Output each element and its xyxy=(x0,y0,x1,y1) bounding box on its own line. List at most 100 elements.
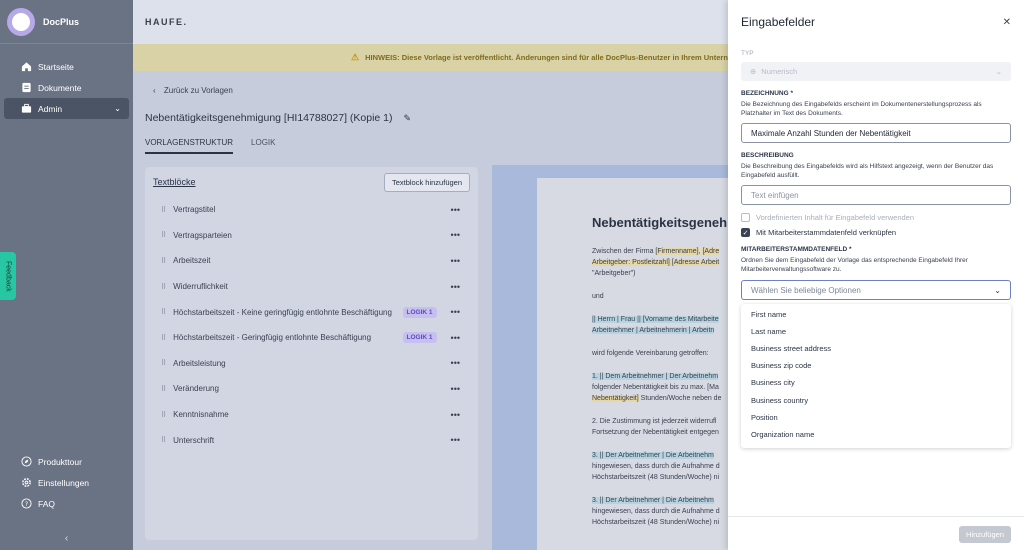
textblock-row[interactable]: ⠿ Veränderung ••• xyxy=(145,376,478,402)
drag-handle-icon[interactable]: ⠿ xyxy=(161,411,166,419)
collapse-sidebar-button[interactable]: ‹ xyxy=(0,533,133,544)
number-icon: ⊕ xyxy=(750,67,757,76)
dropdown-option[interactable]: Business zip code xyxy=(741,357,1011,374)
drag-handle-icon[interactable]: ⠿ xyxy=(161,206,166,214)
text-run: Stunden/Woche neben de xyxy=(638,395,722,402)
input-fields-drawer: Eingabefelder ✕ TYP ⊕ Numerisch ⌄ BEZEIC… xyxy=(728,0,1024,550)
textblocks-list: ⠿ Vertragstitel ••• ⠿ Vertragsparteien ••• ⠿ Ar… xyxy=(145,197,478,453)
text-run: Höchstarbeitszeit (48 Stunden/Woche) ni xyxy=(592,519,720,526)
text-run: Zwischen der Firma xyxy=(592,248,656,255)
textblocks-title: Textblöcke xyxy=(153,177,196,187)
textblock-label: Unterschrift xyxy=(173,435,215,445)
drawer-header: Eingabefelder ✕ xyxy=(728,0,1024,44)
tab-bar: VORLAGENSTRUKTUR LOGIK xyxy=(145,138,293,154)
dropdown-option[interactable]: Business city xyxy=(741,374,1011,391)
home-icon xyxy=(20,61,32,73)
textblock-label: Arbeitszeit xyxy=(173,256,211,266)
more-options-icon[interactable]: ••• xyxy=(451,307,460,317)
sidebar-item-faq[interactable]: ? FAQ xyxy=(0,493,133,514)
sidebar-item-dokumente[interactable]: Dokumente xyxy=(0,77,133,98)
checkbox-box xyxy=(741,213,750,222)
placeholder-field: 3. || Der Arbeitnehmer | Die Arbeitnehm xyxy=(592,452,714,459)
more-options-icon[interactable]: ••• xyxy=(451,435,460,445)
page-title: Nebentätigkeitsgenehmigung [HI14788027] … xyxy=(145,112,411,124)
sidebar-item-admin[interactable]: Admin ⌄ xyxy=(4,98,129,119)
add-textblock-button[interactable]: Textblock hinzufügen xyxy=(383,172,470,192)
drag-handle-icon[interactable]: ⠿ xyxy=(161,334,166,342)
dropdown-option[interactable]: Position xyxy=(741,409,1011,426)
description-input[interactable]: Text einfügen xyxy=(741,185,1011,205)
sidebar-item-produkttour[interactable]: Produkttour xyxy=(0,451,133,472)
dropdown-option[interactable]: Business street address xyxy=(741,340,1011,357)
more-options-icon[interactable]: ••• xyxy=(451,333,460,343)
designation-help: Die Bezeichnung des Eingabefelds erschei… xyxy=(741,101,982,117)
sidebar: DocPlus Startseite Dokumente Admin ⌄ Pro… xyxy=(0,0,133,550)
textblock-row[interactable]: ⠿ Höchstarbeitszeit - Keine geringfügig e… xyxy=(145,299,478,325)
textblock-row[interactable]: ⠿ Kenntnisnahme ••• xyxy=(145,402,478,428)
more-options-icon[interactable]: ••• xyxy=(451,256,460,266)
textblock-row[interactable]: ⠿ Vertragstitel ••• xyxy=(145,197,478,223)
employee-field-label: MITARBEITERSTAMMDATENFELD * xyxy=(741,246,852,253)
more-options-icon[interactable]: ••• xyxy=(451,230,460,240)
drag-handle-icon[interactable]: ⠿ xyxy=(161,359,166,367)
textblock-label: Widerruflichkeit xyxy=(173,282,228,292)
dropdown-option[interactable]: First name xyxy=(741,306,1011,323)
tab-vorlagenstruktur[interactable]: VORLAGENSTRUKTUR xyxy=(145,138,234,154)
back-link[interactable]: ‹ Zurück zu Vorlagen xyxy=(153,86,233,95)
drag-handle-icon[interactable]: ⠿ xyxy=(161,385,166,393)
more-options-icon[interactable]: ••• xyxy=(451,282,460,292)
text-run: 2. Die Zustimmung ist jederzeit widerruf… xyxy=(592,418,717,425)
dropdown-option[interactable]: Business country xyxy=(741,391,1011,408)
document-icon xyxy=(20,82,32,94)
logic-badge[interactable]: LOGIK 1 xyxy=(402,332,437,344)
tab-logik[interactable]: LOGIK xyxy=(251,138,275,154)
checkbox-label: Mit Mitarbeiterstammdatenfeld verknüpfen xyxy=(756,228,897,237)
placeholder-field: 3. || Der Arbeitnehmer | Die Arbeitnehm xyxy=(592,497,714,504)
textblock-row[interactable]: ⠿ Unterschrift ••• xyxy=(145,427,478,453)
sidebar-item-label: Produkttour xyxy=(38,456,82,467)
predefined-content-checkbox: Vordefinierten Inhalt für Eingabefeld ve… xyxy=(741,213,1011,222)
text-run: folgender Nebentätigkeit bis zu max. [Ma xyxy=(592,384,719,391)
textblock-row[interactable]: ⠿ Arbeitsleistung ••• xyxy=(145,351,478,377)
sidebar-item-einstellungen[interactable]: Einstellungen xyxy=(0,472,133,493)
more-options-icon[interactable]: ••• xyxy=(451,384,460,394)
logic-badge[interactable]: LOGIK 1 xyxy=(402,306,437,318)
textblock-row[interactable]: ⠿ Höchstarbeitszeit - Geringfügig entlohn… xyxy=(145,325,478,351)
dropdown-option[interactable]: Organization name xyxy=(741,426,1011,443)
options-dropdown: First name Last name Business street addre… xyxy=(741,304,1011,448)
textblock-label: Vertragstitel xyxy=(173,205,216,215)
feedback-tab[interactable]: Feedback xyxy=(0,252,16,300)
drag-handle-icon[interactable]: ⠿ xyxy=(161,257,166,265)
text-run: Fortsetzung der Nebentätigkeit entgegen xyxy=(592,429,719,436)
brand[interactable]: DocPlus xyxy=(0,0,133,44)
employee-field-select[interactable]: Wählen Sie beliebige Optionen ⌄ xyxy=(741,280,1011,300)
drag-handle-icon[interactable]: ⠿ xyxy=(161,283,166,291)
textblock-row[interactable]: ⠿ Arbeitszeit ••• xyxy=(145,248,478,274)
text-run: Höchstarbeitszeit (48 Stunden/Woche) ni xyxy=(592,474,720,481)
close-icon[interactable]: ✕ xyxy=(1003,17,1011,28)
page-title-text: Nebentätigkeitsgenehmigung [HI14788027] … xyxy=(145,112,393,124)
drag-handle-icon[interactable]: ⠿ xyxy=(161,231,166,239)
more-options-icon[interactable]: ••• xyxy=(451,205,460,215)
link-employee-data-checkbox[interactable]: ✓ Mit Mitarbeiterstammdatenfeld verknüpf… xyxy=(741,228,1011,237)
type-label: TYP xyxy=(741,50,754,57)
textblock-row[interactable]: ⠿ Vertragsparteien ••• xyxy=(145,223,478,249)
drag-handle-icon[interactable]: ⠿ xyxy=(161,308,166,316)
haufe-logo: HAUFE. xyxy=(145,17,188,27)
more-options-icon[interactable]: ••• xyxy=(451,410,460,420)
sidebar-nav: Startseite Dokumente Admin ⌄ xyxy=(0,44,133,119)
textblock-label: Höchstarbeitszeit - Keine geringfügig en… xyxy=(173,307,392,317)
sidebar-item-startseite[interactable]: Startseite xyxy=(0,56,133,77)
sidebar-item-label: Dokumente xyxy=(38,82,82,93)
drag-handle-icon[interactable]: ⠿ xyxy=(161,436,166,444)
edit-pencil-icon[interactable]: ✎ xyxy=(403,113,411,123)
textblock-row[interactable]: ⠿ Widerruflichkeit ••• xyxy=(145,274,478,300)
add-button[interactable]: Hinzufügen xyxy=(959,526,1011,543)
dropdown-option[interactable]: Last name xyxy=(741,323,1011,340)
sidebar-item-label: Startseite xyxy=(38,61,74,72)
designation-input[interactable]: Maximale Anzahl Stunden der Nebentätigke… xyxy=(741,123,1011,143)
more-options-icon[interactable]: ••• xyxy=(451,358,460,368)
sidebar-item-label: Einstellungen xyxy=(38,477,90,488)
notice-text: HINWEIS: Diese Vorlage ist veröffentlich… xyxy=(365,53,728,62)
svg-text:?: ? xyxy=(24,500,27,508)
